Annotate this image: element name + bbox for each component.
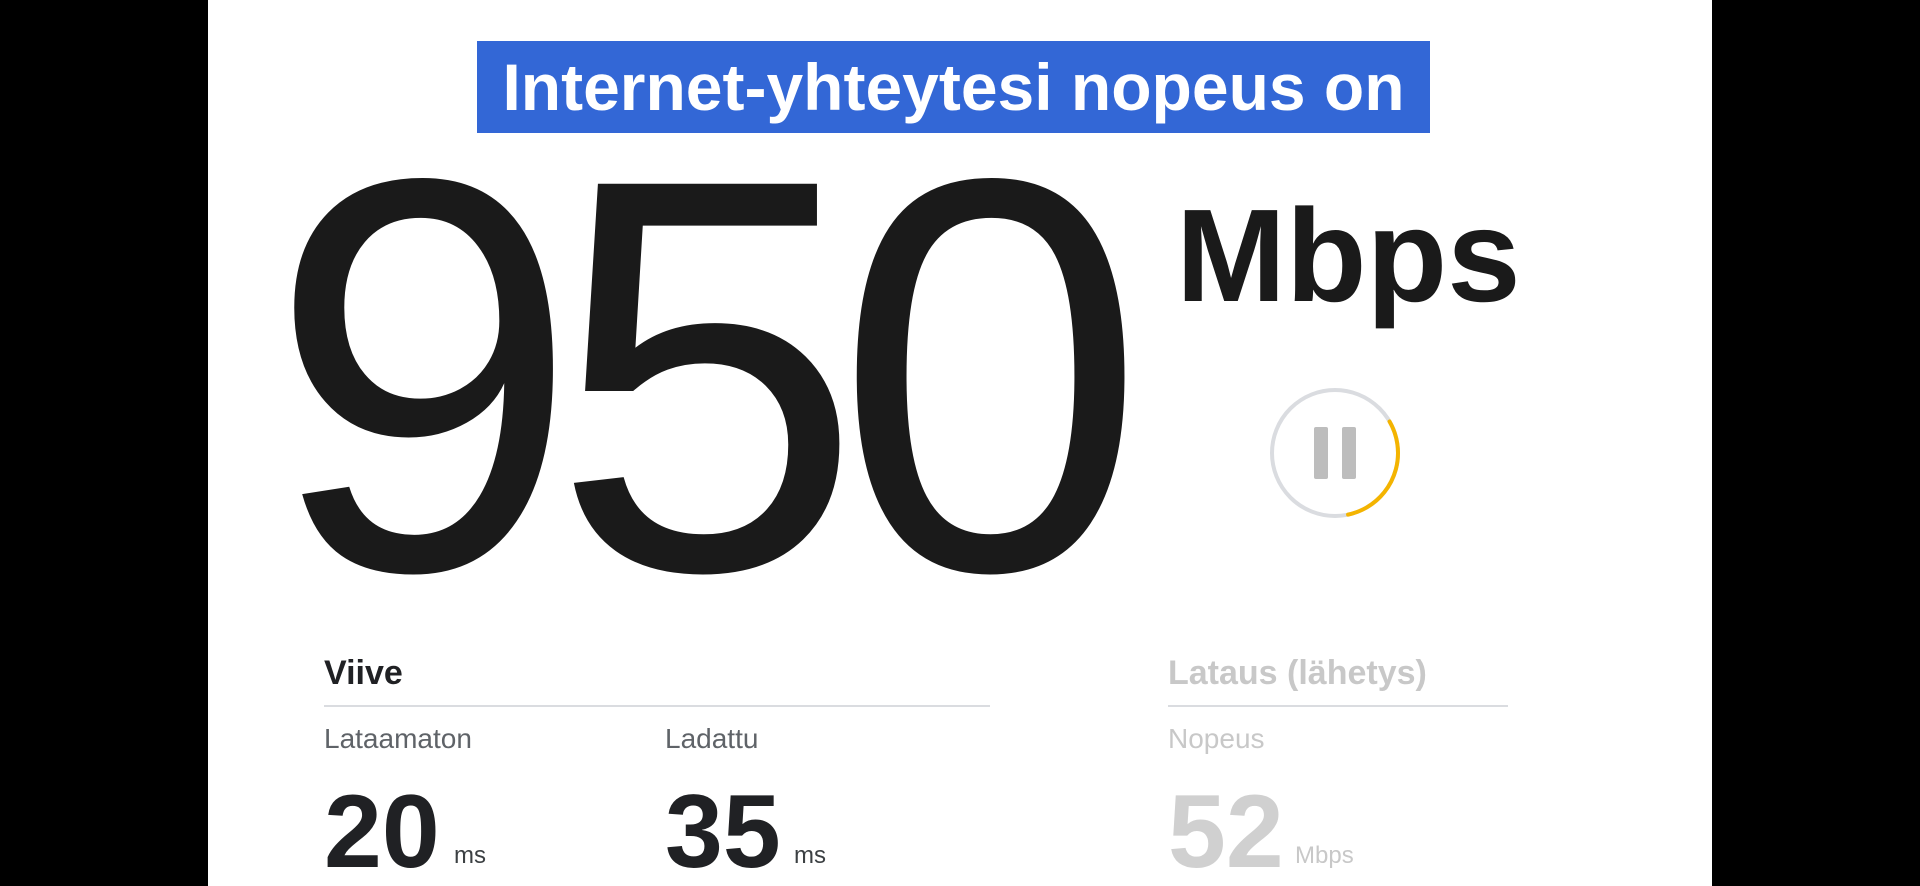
loaded-latency-value: 35 [665,774,781,886]
latency-divider [324,705,990,707]
loaded-latency-label: Ladattu [665,723,759,754]
pause-bar-left [1314,427,1328,479]
loaded-latency-unit: ms [794,842,826,869]
upload-speed-label: Nopeus [1168,723,1265,754]
unloaded-latency-value: 20 [324,774,440,886]
pause-button[interactable] [1268,386,1402,520]
upload-divider [1168,705,1508,707]
latency-heading: Viive [324,654,403,692]
pause-icon [1270,388,1400,518]
upload-speed-value: 52 [1168,774,1284,886]
upload-speed-unit: Mbps [1295,842,1354,869]
unloaded-latency-label: Lataamaton [324,723,472,754]
unloaded-latency-unit: ms [454,842,486,869]
pause-bar-right [1342,427,1356,479]
speed-test-panel: Internet-yhteytesi nopeus on 950 Mbps Vi… [208,0,1712,886]
upload-heading: Lataus (lähetys) [1168,654,1427,692]
download-speed-unit: Mbps [1176,182,1521,329]
